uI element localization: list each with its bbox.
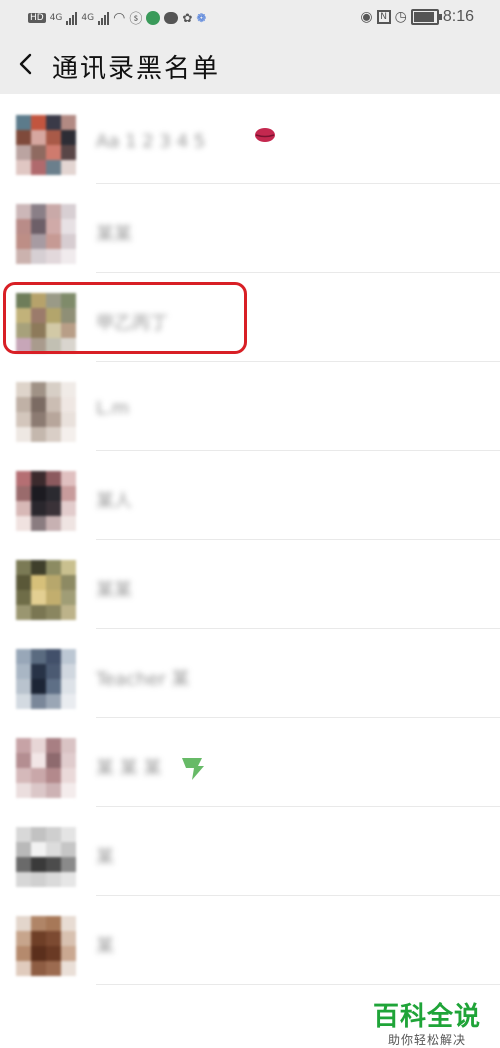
status-bar: HD 4G 4G ◠ ⓢ ✿ ❁ ◉ N ◷ 8:16 <box>0 0 500 36</box>
contact-row[interactable]: Teacher 某 <box>0 629 500 718</box>
contact-name: Aa 1 2 3 4 5 <box>96 131 206 152</box>
contact-row[interactable]: 某某 <box>0 540 500 629</box>
baidu-icon: ❁ <box>196 10 207 25</box>
alarm-icon: ◷ <box>394 9 407 25</box>
contact-name: 某某 <box>96 224 132 245</box>
watermark-title: 百科全说 <box>372 1002 481 1032</box>
chat-bubble-icon <box>164 11 179 24</box>
contact-name: 某人 <box>96 491 132 512</box>
contact-avatar <box>16 382 76 442</box>
contact-name: 某某 <box>96 580 132 601</box>
contact-row[interactable]: Aa 1 2 3 4 5 <box>0 95 500 184</box>
hd-label: HD <box>28 12 46 23</box>
page-title: 通讯录黑名单 <box>52 54 221 84</box>
contact-row[interactable]: 某某 <box>0 184 500 273</box>
map-app-icon <box>146 10 161 25</box>
contact-avatar <box>16 471 76 531</box>
wifi-icon: ◠ <box>113 9 126 26</box>
contact-avatar <box>16 738 76 798</box>
blacklist-contact-list: Aa 1 2 3 4 5 某某 甲乙丙丁 L.m 某人 某某 Teacher 某某 某 某某… <box>0 95 500 985</box>
contact-name: Teacher 某 <box>96 669 190 690</box>
app-notification-icon: ⓢ <box>129 12 143 27</box>
baike-watermark: 百科全说 助你轻松解决 <box>372 1002 482 1048</box>
contact-avatar <box>16 649 76 709</box>
back-arrow-icon[interactable] <box>14 52 38 76</box>
network-type-1: 4G <box>49 12 63 23</box>
network-type-2: 4G <box>81 12 95 23</box>
contact-avatar <box>16 560 76 620</box>
status-right: ◉ N ◷ 8:16 <box>360 8 474 26</box>
lips-emoji-icon <box>254 126 276 144</box>
signal-icon <box>66 11 78 25</box>
contact-row[interactable]: L.m <box>0 362 500 451</box>
highlight-outline <box>3 282 247 354</box>
contact-name: 某 <box>96 847 114 868</box>
status-left: HD 4G 4G ◠ ⓢ ✿ ❁ <box>28 8 206 27</box>
contact-row[interactable]: 某 <box>0 896 500 985</box>
nfc-icon: N <box>376 10 391 24</box>
status-time: 8:16 <box>442 8 474 25</box>
battery-icon <box>410 9 442 25</box>
contact-avatar <box>16 115 76 175</box>
contact-row[interactable]: 某人 <box>0 451 500 540</box>
contact-name: 某 <box>96 936 114 957</box>
watermark-subtitle: 助你轻松解决 <box>387 1033 466 1047</box>
contact-row[interactable]: 某 <box>0 807 500 896</box>
leaf-emoji-icon <box>178 752 208 782</box>
contact-name: 某 某 某 <box>96 758 162 779</box>
row-divider <box>96 984 500 985</box>
contact-name: L.m <box>96 398 130 419</box>
contact-avatar <box>16 204 76 264</box>
signal-icon-2 <box>98 11 110 25</box>
contact-row[interactable]: 某 某 某 <box>0 718 500 807</box>
huawei-icon: ✿ <box>182 10 193 25</box>
contact-avatar <box>16 916 76 976</box>
header-bar: 通讯录黑名单 <box>0 36 500 94</box>
eye-icon: ◉ <box>360 9 373 25</box>
contact-avatar <box>16 827 76 887</box>
